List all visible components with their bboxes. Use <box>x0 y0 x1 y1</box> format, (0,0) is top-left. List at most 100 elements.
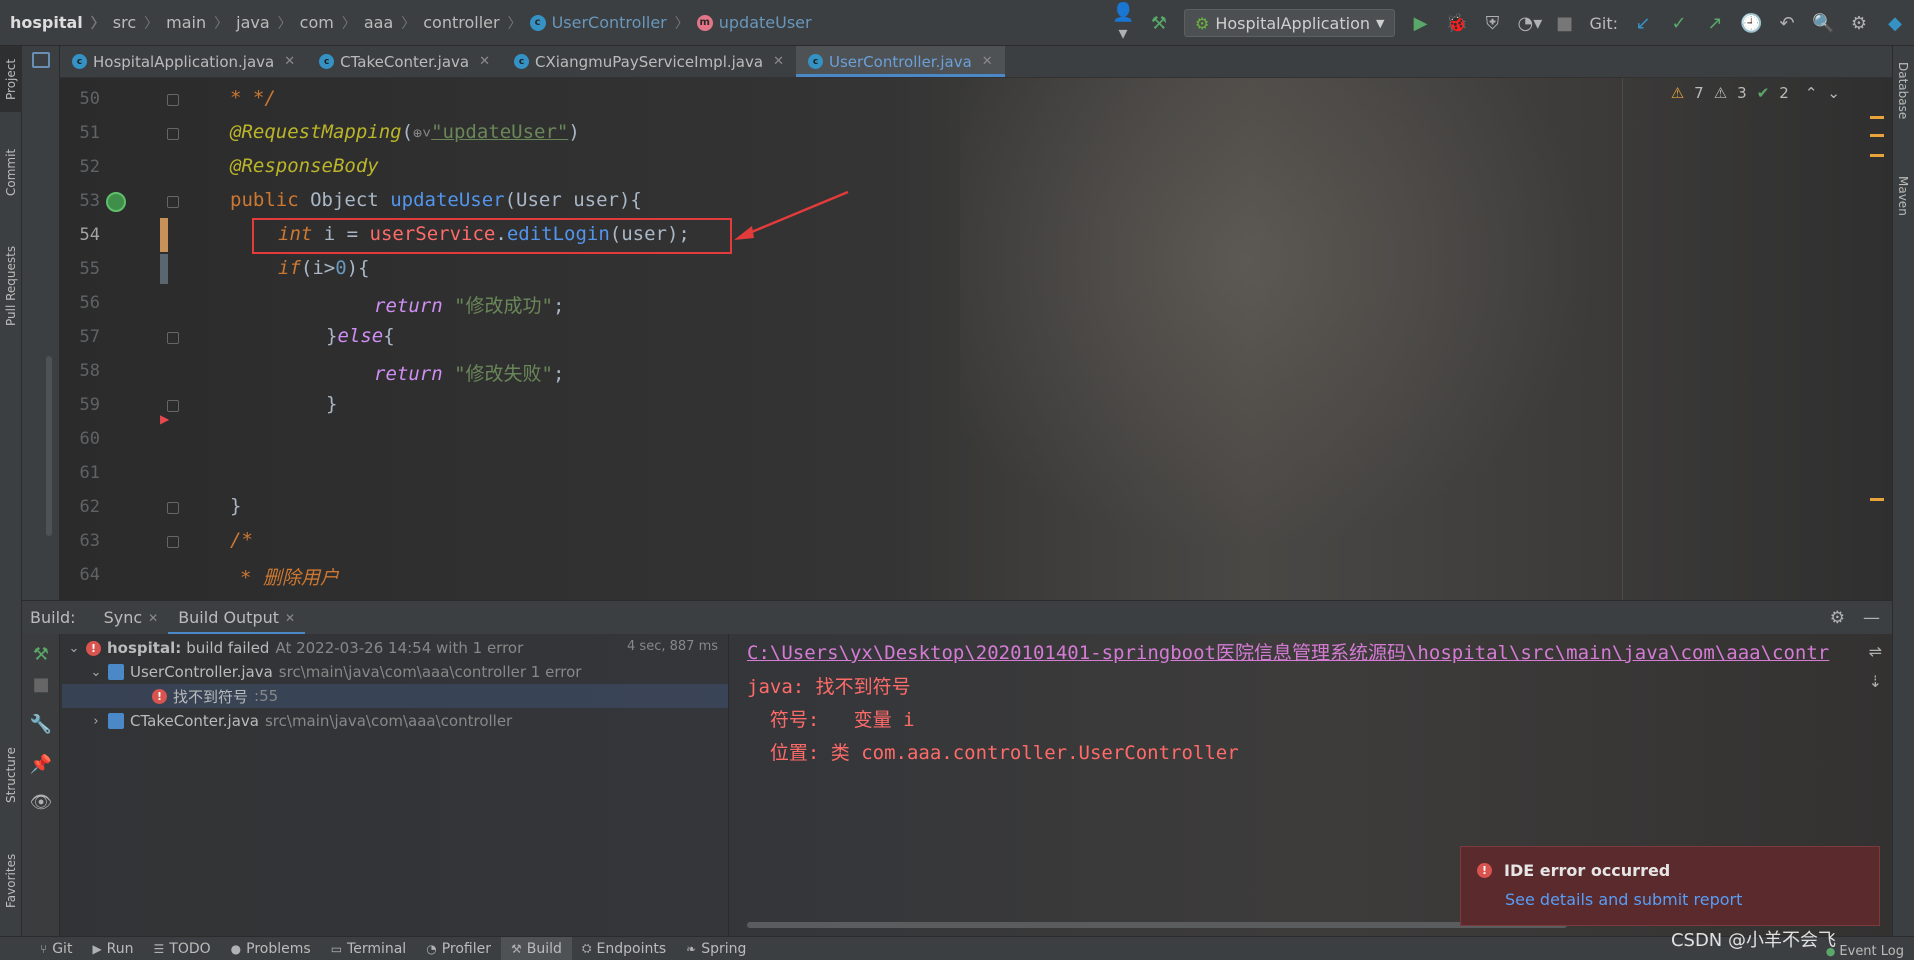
fold-marker[interactable] <box>167 400 179 412</box>
run-icon[interactable]: ▶ <box>1409 13 1431 34</box>
tree-row-file[interactable]: › CTakeConter.java src\main\java\com\aaa… <box>88 709 728 733</box>
debug-icon[interactable]: 🐞 <box>1445 13 1467 34</box>
run-configuration-select[interactable]: ⚙ HospitalApplication ▼ <box>1183 9 1396 37</box>
error-stripe-mark[interactable] <box>1870 134 1884 137</box>
chevron-up-icon[interactable]: ⌃ <box>1805 84 1818 102</box>
chevron-down-icon[interactable]: ⌄ <box>1827 84 1840 102</box>
tree-row-file[interactable]: ⌄ UserController.java src\main\java\com\… <box>88 660 728 684</box>
breadcrumb-item-main[interactable]: main 〉 <box>166 13 236 33</box>
breadcrumb-item-aaa[interactable]: aaa 〉 <box>364 13 423 33</box>
close-icon[interactable]: ✕ <box>982 54 993 69</box>
tool-button-endpoints[interactable]: ⛭ Endpoints <box>572 937 676 960</box>
rebuild-hammer-icon[interactable]: ⚒ <box>22 644 60 665</box>
breadcrumb-item-class[interactable]: c UserController 〉 <box>529 13 697 33</box>
error-stripe-mark[interactable] <box>1870 498 1884 501</box>
spring-endpoint-icon[interactable] <box>106 192 126 212</box>
rollback-icon[interactable]: ↶ <box>1776 13 1798 34</box>
tool-tab-favorites[interactable]: Favorites <box>0 836 22 926</box>
tool-button-label: Endpoints <box>596 940 667 957</box>
error-file-link[interactable]: C:\Users\yx\Desktop\2020101401-springboo… <box>747 638 1829 665</box>
tool-tab-commit[interactable]: Commit <box>0 130 22 214</box>
code-line-52: @ResponseBody <box>230 155 379 177</box>
chevron-down-icon[interactable]: ⌄ <box>88 665 104 680</box>
history-icon[interactable]: 🕘 <box>1740 13 1762 34</box>
tool-button-git[interactable]: ⑂ Git <box>30 937 82 960</box>
editor-tab-usercontroller[interactable]: c UserController.java ✕ <box>795 46 1005 77</box>
project-pane-scrollbar[interactable] <box>46 356 52 536</box>
submit-report-link[interactable]: See details and submit report <box>1477 890 1863 909</box>
tool-button-build[interactable]: ⚒ Build <box>500 936 572 960</box>
soft-wrap-icon[interactable]: ⇌ <box>1869 642 1882 661</box>
code-editor[interactable]: 50 51 52 53 54 55 56 57 58 59 60 61 62 6… <box>60 78 1892 600</box>
close-icon[interactable]: ✕ <box>148 611 158 625</box>
breadcrumb-item-hospital[interactable]: hospital 〉 <box>10 13 113 33</box>
wrench-icon[interactable]: 🔧 <box>22 714 60 735</box>
user-account-icon[interactable]: 👤▾ <box>1112 2 1134 44</box>
git-update-icon[interactable]: ↙ <box>1632 13 1654 34</box>
project-pane-icon[interactable] <box>32 52 50 68</box>
tool-tab-pull-requests[interactable]: Pull Requests <box>0 230 22 342</box>
code-line-56: return "修改成功"; <box>374 295 565 317</box>
tool-button-profiler[interactable]: ◔ Profiler <box>416 937 501 960</box>
eye-icon[interactable]: 👁 <box>22 792 60 813</box>
editor-tab-hospitalapplication[interactable]: c HospitalApplication.java ✕ <box>60 46 307 77</box>
pin-icon[interactable]: 📌 <box>22 754 60 775</box>
inspection-widget[interactable]: ⚠ 7 ⚠ 3 ✔ 2 ⌃ ⌄ <box>1671 84 1840 102</box>
tool-button-spring[interactable]: ❧ Spring <box>676 937 756 960</box>
scroll-to-end-icon[interactable]: ⇣ <box>1869 672 1882 691</box>
editor-tab-ctakeconter[interactable]: c CTakeConter.java ✕ <box>307 46 502 77</box>
fold-marker[interactable] <box>167 196 179 208</box>
tool-button-problems[interactable]: ● Problems <box>221 937 321 960</box>
settings-gear-icon[interactable]: ⚙ <box>1848 13 1870 34</box>
breadcrumb-item-java[interactable]: java 〉 <box>236 13 300 33</box>
stop-icon[interactable]: ■ <box>1553 13 1575 34</box>
breadcrumb-item-src[interactable]: src 〉 <box>113 13 166 33</box>
tool-tab-project[interactable]: Project <box>0 46 22 112</box>
change-marker[interactable] <box>160 254 168 284</box>
stop-icon[interactable]: ■ <box>22 674 60 695</box>
profile-icon[interactable]: ◔▾ <box>1517 13 1542 34</box>
globe-icon[interactable]: ⊕˅ <box>413 124 431 142</box>
close-icon[interactable]: ✕ <box>773 54 784 69</box>
build-tab-sync[interactable]: Sync ✕ <box>94 601 169 635</box>
chevron-down-icon[interactable]: ⌄ <box>66 641 82 656</box>
event-log-button[interactable]: ● Event Log <box>1826 944 1904 959</box>
fold-marker[interactable] <box>167 502 179 514</box>
editor-tab-cxiangmupayserviceimpl[interactable]: c CXiangmuPayServiceImpl.java ✕ <box>502 46 796 77</box>
breadcrumb-item-controller[interactable]: controller 〉 <box>423 13 529 33</box>
breadcrumb-item-com[interactable]: com 〉 <box>300 13 364 33</box>
tool-tab-structure[interactable]: Structure <box>0 730 22 820</box>
coverage-icon[interactable]: ⛨ <box>1481 13 1503 34</box>
tree-row-root[interactable]: ⌄ ! hospital: build failed At 2022-03-26… <box>66 636 726 660</box>
chevron-right-icon[interactable]: › <box>88 714 104 729</box>
fold-marker[interactable] <box>167 536 179 548</box>
breadcrumb-label: hospital <box>10 13 83 32</box>
build-hammer-icon[interactable]: ⚒ <box>1148 13 1170 34</box>
build-tab-build-output[interactable]: Build Output ✕ <box>168 601 305 635</box>
fold-marker[interactable] <box>167 332 179 344</box>
settings-gear-icon[interactable]: ⚙ <box>1830 608 1845 628</box>
tool-button-terminal[interactable]: ▭ Terminal <box>321 937 417 960</box>
tree-row-error[interactable]: ! 找不到符号 :55 <box>62 684 728 708</box>
close-icon[interactable]: ✕ <box>285 611 295 625</box>
breadcrumb-item-method[interactable]: m updateUser <box>696 13 812 32</box>
search-icon[interactable]: 🔍 <box>1812 13 1834 34</box>
horizontal-scrollbar[interactable] <box>747 922 1567 928</box>
error-stripe-mark[interactable] <box>1870 116 1884 119</box>
tool-tab-maven[interactable]: Maven <box>1892 156 1914 236</box>
tool-button-todo[interactable]: ☰ TODO <box>144 937 221 960</box>
ide-error-notification[interactable]: ! IDE error occurred See details and sub… <box>1460 846 1880 926</box>
close-icon[interactable]: ✕ <box>479 54 490 69</box>
change-marker[interactable] <box>160 218 168 252</box>
build-title: Build: <box>30 608 76 627</box>
git-commit-icon[interactable]: ✓ <box>1668 13 1690 34</box>
git-push-icon[interactable]: ↗ <box>1704 13 1726 34</box>
close-icon[interactable]: ✕ <box>284 54 295 69</box>
error-stripe-mark[interactable] <box>1870 154 1884 157</box>
tool-button-run[interactable]: ▶ Run <box>82 937 143 960</box>
tool-tab-database[interactable]: Database <box>1892 46 1914 136</box>
warning-icon: ⚠ <box>1670 84 1685 102</box>
minimize-icon[interactable]: — <box>1863 608 1880 628</box>
fold-marker[interactable] <box>167 128 179 140</box>
fold-marker[interactable] <box>167 94 179 106</box>
